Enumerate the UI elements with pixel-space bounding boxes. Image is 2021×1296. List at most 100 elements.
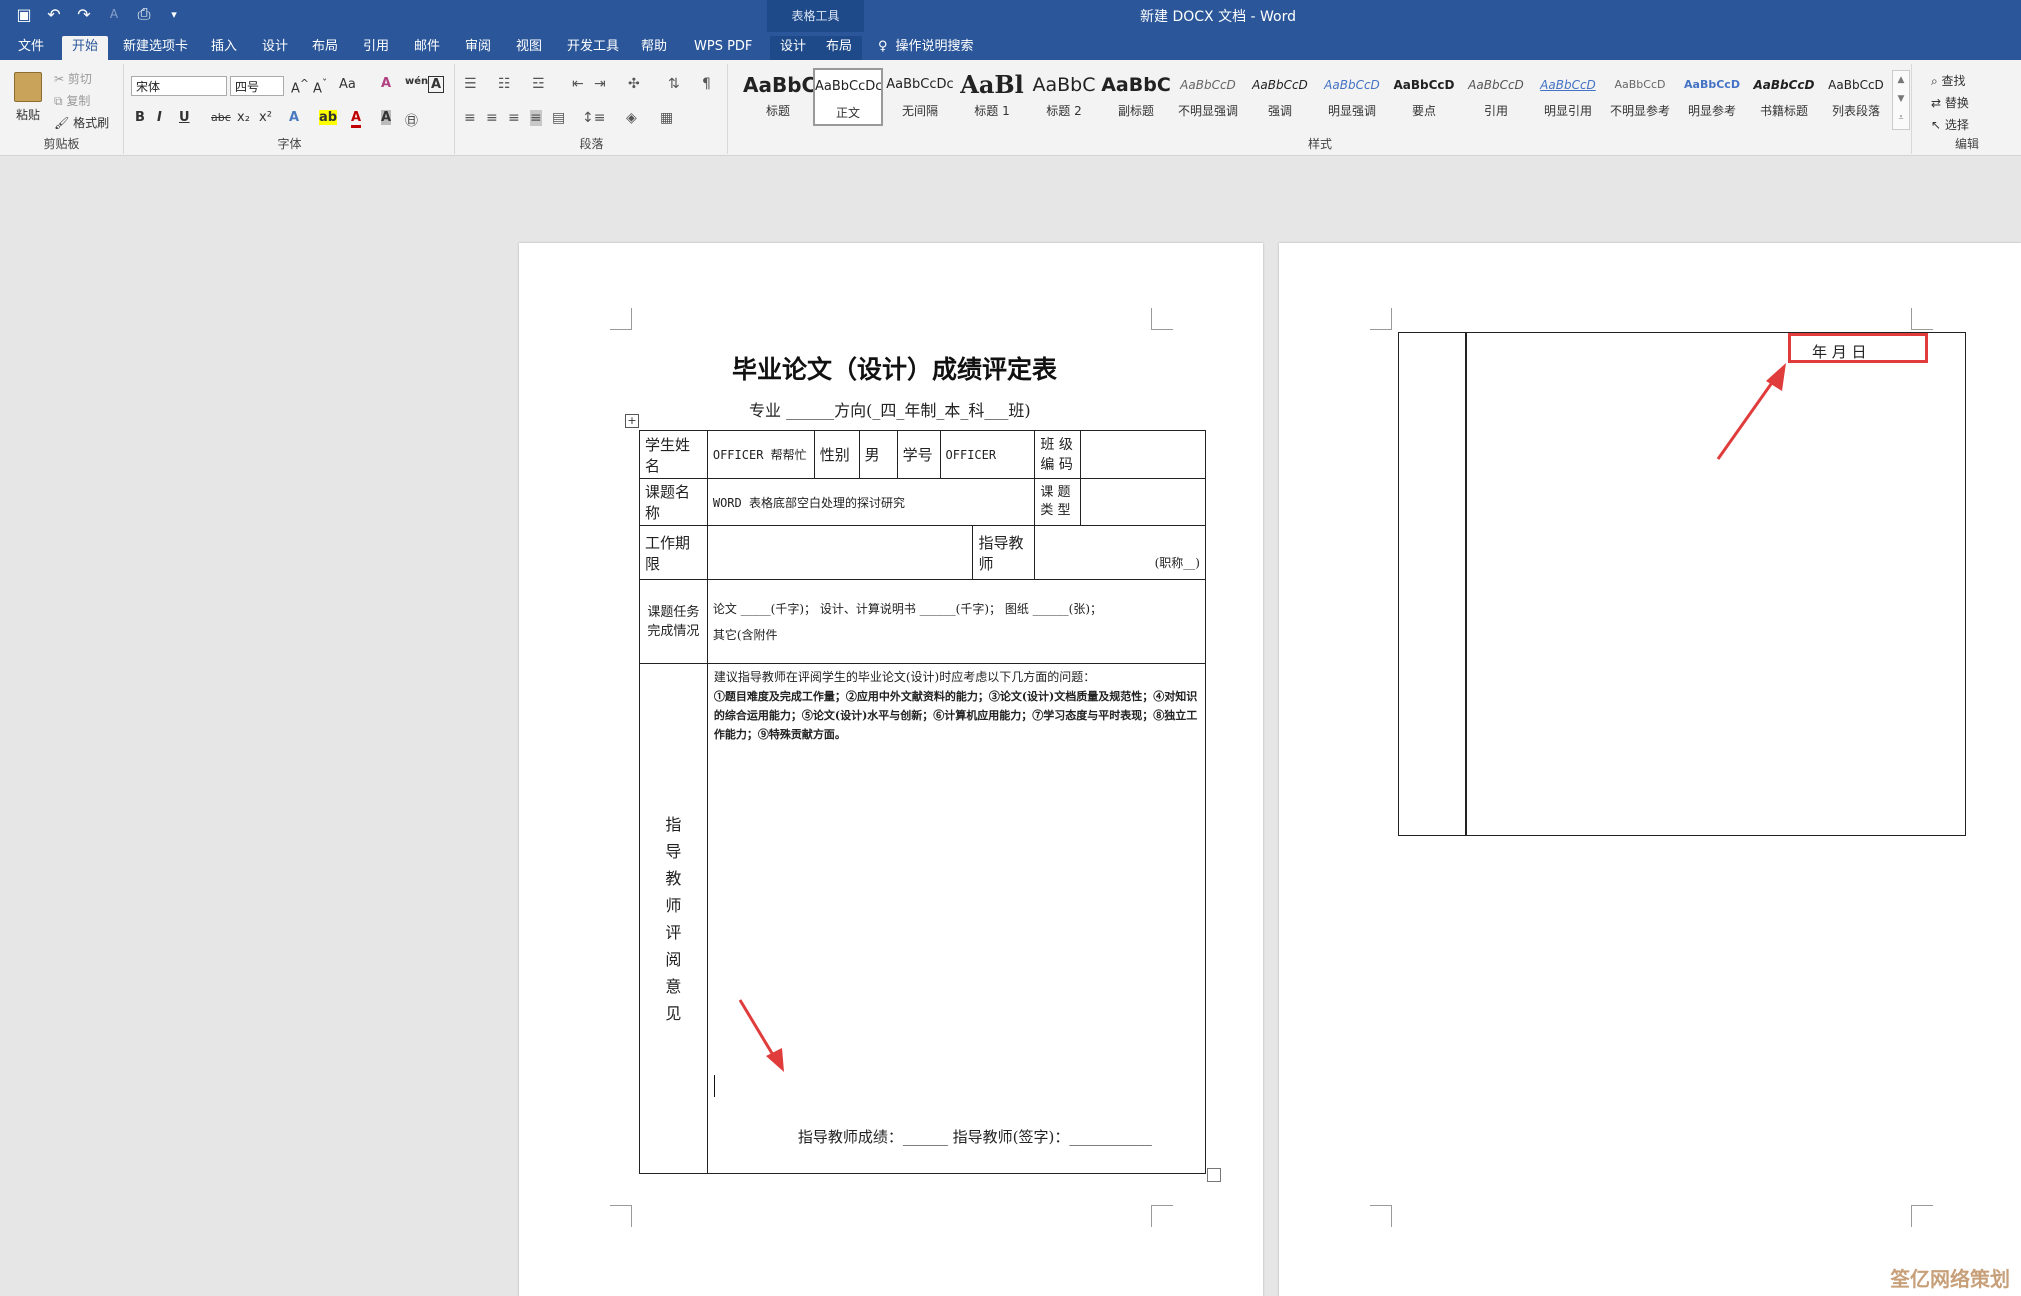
char-border-icon[interactable]: A bbox=[428, 76, 445, 93]
replace-button[interactable]: ⇄ 替换 bbox=[1931, 94, 1969, 111]
shading-icon[interactable]: ◈ bbox=[626, 110, 637, 126]
font-size-select[interactable]: 四号 bbox=[230, 76, 284, 96]
text-effects-icon[interactable]: A bbox=[289, 110, 299, 125]
style-quote[interactable]: AaBbCcD 引用 bbox=[1461, 68, 1531, 126]
cell-name-label[interactable]: 学生姓名 bbox=[639, 430, 708, 479]
style-normal[interactable]: AaBbCcDc 正文 bbox=[813, 68, 883, 126]
tab-review[interactable]: 审阅 bbox=[455, 36, 501, 60]
cell-period-value[interactable] bbox=[706, 525, 974, 580]
justify-icon[interactable]: ≡ bbox=[530, 110, 542, 126]
style-book-title[interactable]: AaBbCcD 书籍标题 bbox=[1749, 68, 1819, 126]
paste-icon[interactable] bbox=[14, 72, 42, 102]
print-preview-icon[interactable]: ⎙ bbox=[134, 4, 154, 24]
align-right-icon[interactable]: ≡ bbox=[508, 110, 520, 126]
tab-developer[interactable]: 开发工具 bbox=[557, 36, 629, 60]
table-move-handle[interactable]: + bbox=[625, 414, 639, 428]
cell-topic-type-label[interactable]: 课 题 类 型 bbox=[1034, 478, 1082, 526]
undo-icon[interactable]: ↶ bbox=[44, 5, 64, 24]
style-heading-2[interactable]: AaBbC 标题 2 bbox=[1029, 68, 1099, 126]
tab-design[interactable]: 设计 bbox=[252, 36, 298, 60]
sort-icon[interactable]: ⇅ bbox=[668, 76, 680, 92]
style-subtle-emphasis[interactable]: AaBbCcD 不明显强调 bbox=[1173, 68, 1243, 126]
tab-table-design[interactable]: 设计 bbox=[770, 36, 817, 60]
strikethrough-button[interactable]: abc bbox=[211, 111, 231, 124]
subscript-button[interactable]: x₂ bbox=[237, 110, 250, 125]
shrink-font-icon[interactable]: Aˇ bbox=[313, 77, 327, 96]
cell-class-label[interactable]: 班 级 编 码 bbox=[1034, 430, 1082, 479]
cell-advisor-label[interactable]: 指导教师 bbox=[972, 525, 1036, 580]
tab-home[interactable]: 开始 bbox=[62, 36, 109, 60]
cell-id-label[interactable]: 学号 bbox=[896, 430, 941, 479]
numbering-icon[interactable]: ☷ bbox=[498, 76, 511, 92]
continued-table[interactable] bbox=[1398, 332, 1966, 836]
align-center-icon[interactable]: ≡ bbox=[486, 110, 498, 126]
format-painter-button[interactable]: 🖌 格式刷 bbox=[54, 114, 109, 131]
tab-file[interactable]: 文件 bbox=[8, 36, 54, 60]
cell-topic-type-value[interactable] bbox=[1080, 478, 1206, 526]
char-shading-icon[interactable]: A bbox=[381, 110, 392, 125]
paste-button[interactable]: 粘贴 bbox=[16, 106, 40, 123]
style-subtle-reference[interactable]: AaBbCcD 不明显参考 bbox=[1605, 68, 1675, 126]
tab-table-layout[interactable]: 布局 bbox=[816, 36, 863, 60]
enclose-char-icon[interactable]: ㊐ bbox=[405, 110, 418, 129]
tab-layout[interactable]: 布局 bbox=[302, 36, 348, 60]
tell-me-search[interactable]: ♀ 操作说明搜索 bbox=[878, 36, 974, 58]
select-button[interactable]: ↖ 选择 bbox=[1931, 116, 1969, 133]
save-icon[interactable]: ▣ bbox=[14, 5, 34, 24]
line-spacing-icon[interactable]: ↕≡ bbox=[582, 110, 605, 126]
document-heading[interactable]: 毕业论文（设计）成绩评定表 bbox=[732, 350, 1057, 386]
show-marks-icon[interactable]: ¶ bbox=[702, 76, 711, 92]
font-color-icon[interactable]: A bbox=[351, 110, 362, 128]
major-line[interactable]: 专业 ______方向(_四_年制_本_科___班) bbox=[749, 397, 1031, 421]
font-name-select[interactable]: 宋体 bbox=[131, 76, 227, 96]
cell-comment-label[interactable]: 指导教师评阅意见 bbox=[639, 663, 708, 1174]
cell-gender-value[interactable]: 男 bbox=[858, 430, 898, 479]
phonetic-guide-icon[interactable]: wén bbox=[405, 76, 428, 87]
style-title[interactable]: AaBbC 标题 bbox=[743, 68, 813, 126]
borders-icon[interactable]: ▦ bbox=[660, 110, 673, 126]
copy-button[interactable]: ⧉ 复制 bbox=[54, 92, 90, 109]
tab-help[interactable]: 帮助 bbox=[631, 36, 677, 60]
tab-mailings[interactable]: 邮件 bbox=[404, 36, 450, 60]
change-case-button[interactable]: Aa bbox=[339, 77, 356, 92]
cell-task-label[interactable]: 课题任务完成情况 bbox=[639, 579, 708, 664]
align-left-icon[interactable]: ≡ bbox=[464, 110, 476, 126]
cell-comment-content[interactable]: 建议指导教师在评阅学生的毕业论文(设计)时应考虑以下几方面的问题： ①题目难度及… bbox=[706, 663, 1207, 1174]
cell-name-value[interactable]: OFFICER 帮帮忙 bbox=[706, 430, 815, 479]
cell-advisor-title[interactable]: (职称__) bbox=[1034, 525, 1206, 580]
style-list-paragraph[interactable]: AaBbCcD 列表段落 bbox=[1821, 68, 1891, 126]
style-intense-reference[interactable]: AaBbCcD 明显参考 bbox=[1677, 68, 1747, 126]
chinese-layout-icon[interactable]: ✣ bbox=[628, 76, 640, 92]
redo-icon[interactable]: ↷ bbox=[74, 5, 94, 24]
style-heading-1[interactable]: AaBl 标题 1 bbox=[957, 68, 1027, 126]
table-resize-handle[interactable] bbox=[1207, 1168, 1221, 1182]
highlight-icon[interactable]: ab bbox=[319, 110, 338, 125]
italic-button[interactable]: I bbox=[157, 110, 162, 125]
tab-wps-pdf[interactable]: WPS PDF bbox=[684, 36, 762, 60]
bold-button[interactable]: B bbox=[135, 110, 145, 125]
superscript-button[interactable]: x² bbox=[259, 110, 272, 125]
style-no-spacing[interactable]: AaBbCcDc 无间隔 bbox=[885, 68, 955, 126]
tab-insert[interactable]: 插入 bbox=[201, 36, 247, 60]
clear-format-icon[interactable]: A bbox=[381, 76, 391, 91]
tab-new[interactable]: 新建选项卡 bbox=[113, 36, 198, 60]
cell-id-value[interactable]: OFFICER bbox=[939, 430, 1036, 479]
bullets-icon[interactable]: ☰ bbox=[464, 76, 477, 92]
font-shrink-icon[interactable]: A bbox=[104, 7, 124, 21]
cell-class-value[interactable] bbox=[1080, 430, 1206, 479]
customize-qat-icon[interactable]: ▾ bbox=[164, 8, 184, 21]
tab-references[interactable]: 引用 bbox=[353, 36, 399, 60]
tab-view[interactable]: 视图 bbox=[506, 36, 552, 60]
style-intense-emphasis[interactable]: AaBbCcD 明显强调 bbox=[1317, 68, 1387, 126]
style-intense-quote[interactable]: AaBbCcD 明显引用 bbox=[1533, 68, 1603, 126]
increase-indent-icon[interactable]: ⇥ bbox=[594, 76, 606, 92]
grow-font-icon[interactable]: A^ bbox=[291, 77, 309, 96]
style-subtitle[interactable]: AaBbC 副标题 bbox=[1101, 68, 1171, 126]
style-emphasis[interactable]: AaBbCcD 强调 bbox=[1245, 68, 1315, 126]
styles-gallery-scroll[interactable]: ▲ ▼ ⩡ bbox=[1892, 70, 1910, 130]
cell-topic-value[interactable]: WORD 表格底部空白处理的探讨研究 bbox=[706, 478, 1036, 526]
grade-form-table[interactable]: 学生姓名 OFFICER 帮帮忙 性别 男 学号 OFFICER 班 级 编 码… bbox=[639, 430, 1207, 1174]
cell-task-content[interactable]: 论文 _____(千字)； 设计、计算说明书 ______(千字)； 图纸 __… bbox=[706, 579, 1207, 664]
cell-topic-label[interactable]: 课题名称 bbox=[639, 478, 708, 526]
cell-period-label[interactable]: 工作期限 bbox=[639, 525, 708, 580]
